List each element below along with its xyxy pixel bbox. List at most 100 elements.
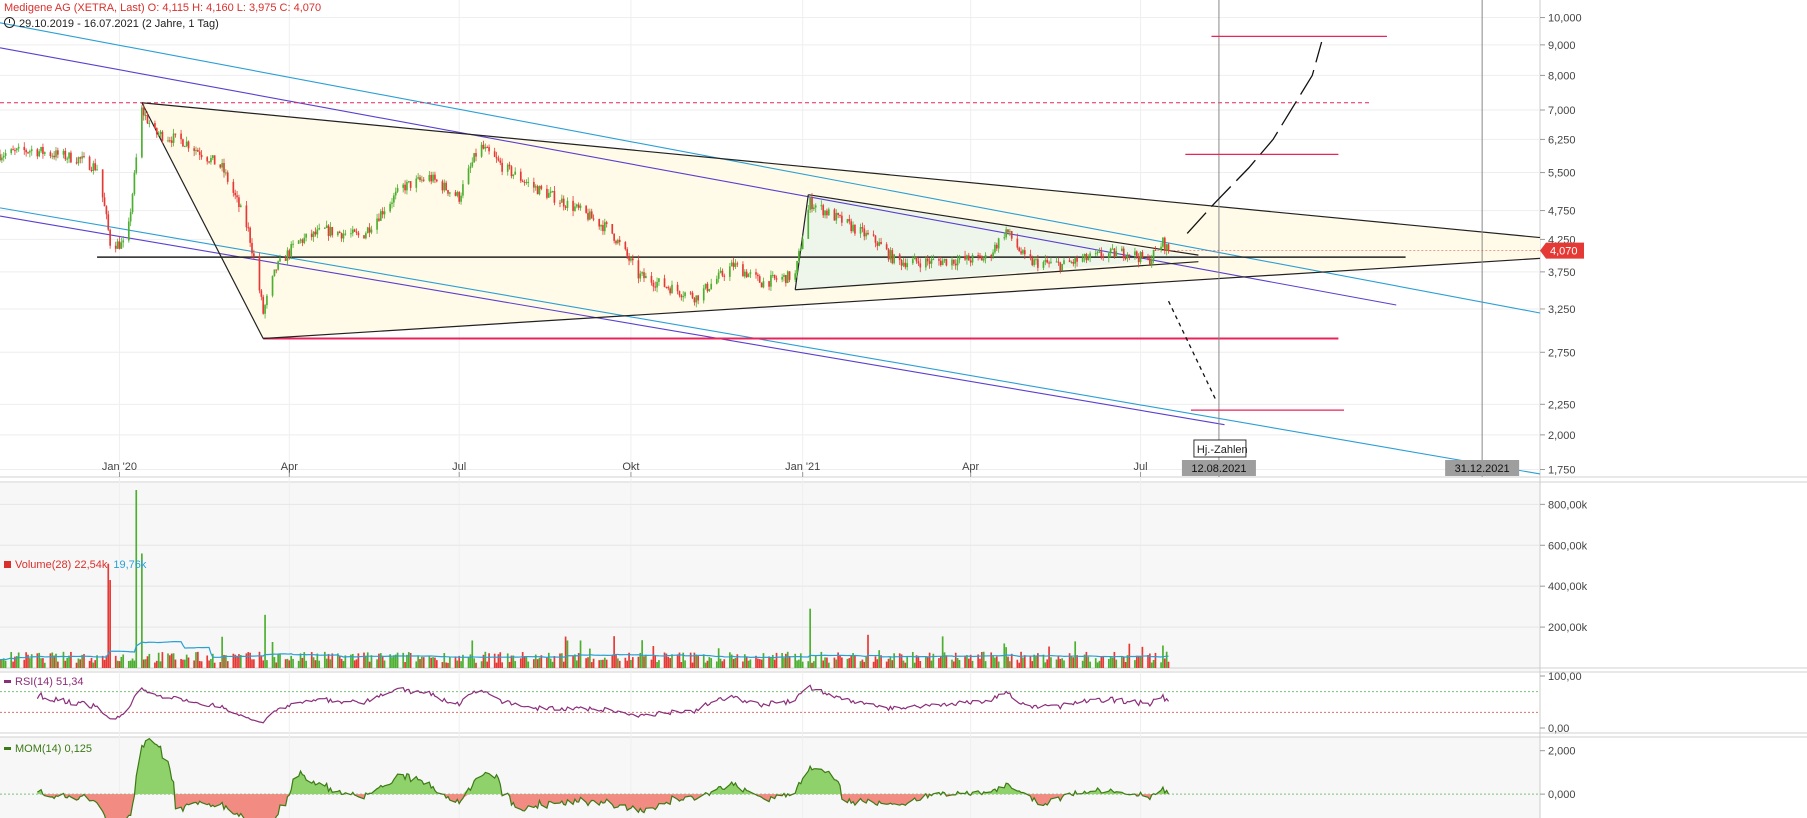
mom-tick-label: 0,000 <box>1548 789 1576 801</box>
candle-body <box>602 225 604 232</box>
candle-body <box>1139 252 1142 263</box>
candle-body <box>796 261 798 274</box>
candle-body <box>148 123 151 125</box>
candle-body <box>559 202 561 204</box>
volume-bar <box>404 662 406 668</box>
volume-bar <box>603 657 606 668</box>
candle-body <box>1031 258 1034 266</box>
volume-bar <box>564 636 567 668</box>
volume-bar <box>277 653 279 668</box>
candle-body <box>279 258 281 262</box>
x-tick-label: Jul <box>452 461 466 473</box>
volume-bar <box>1007 656 1009 668</box>
volume-bar <box>325 658 328 668</box>
candle-body <box>809 197 811 210</box>
candle-body <box>407 181 410 183</box>
date-range-header: 29.10.2019 - 16.07.2021 (2 Jahre, 1 Tag) <box>4 17 219 30</box>
volume-bar <box>1135 655 1138 668</box>
volume-bar <box>206 655 209 668</box>
candle-body <box>127 221 130 241</box>
volume-bar <box>956 658 959 668</box>
volume-bar <box>734 657 737 668</box>
volume-bar <box>506 653 509 668</box>
volume-bar <box>449 657 451 668</box>
candle-body <box>30 149 33 152</box>
candle-body <box>182 139 184 147</box>
candle-body <box>167 140 169 142</box>
candle-body <box>415 178 418 188</box>
candle-body <box>1121 248 1123 252</box>
candle-body <box>663 278 666 287</box>
mom-label: MOM(14) 0,125 <box>4 743 92 755</box>
candle-body <box>742 264 744 277</box>
volume-bar <box>611 654 614 668</box>
candle-body <box>454 192 457 196</box>
candle-body <box>169 140 171 142</box>
x-tick-label: Okt <box>622 461 639 473</box>
volume-tick-label: 400,00k <box>1548 581 1588 593</box>
candle-body <box>656 281 658 288</box>
candle-body <box>197 150 199 152</box>
rsi-tick-label: 100,00 <box>1548 671 1582 683</box>
volume-bar <box>1109 657 1112 668</box>
candle-body <box>852 224 854 232</box>
candle-body <box>775 278 778 280</box>
volume-bar <box>938 658 940 668</box>
candle-body <box>133 172 136 194</box>
candle-body <box>747 273 750 278</box>
volume-bar <box>676 654 679 668</box>
candle-body <box>258 256 261 291</box>
event-label-text: Hj.-Zahlen <box>1197 444 1248 456</box>
candle-body <box>826 210 828 216</box>
volume-label: Volume(28) 22,54k 19,76k <box>4 559 146 571</box>
candle-body <box>275 269 278 271</box>
volume-bar <box>1111 657 1114 668</box>
volume-bar <box>1057 655 1060 668</box>
volume-bar <box>51 652 54 668</box>
candle-body <box>116 241 119 249</box>
candle-body <box>628 255 630 261</box>
candle-body <box>109 229 111 246</box>
candle-body <box>867 232 869 235</box>
candle-body <box>848 219 851 222</box>
volume-bar <box>1124 662 1127 668</box>
candle-body <box>185 141 188 147</box>
candle-body <box>247 227 250 229</box>
candle-body <box>193 148 195 151</box>
candle-body <box>1048 262 1050 264</box>
rsi-tick-label: 0,00 <box>1548 723 1569 735</box>
candle-body <box>1074 258 1077 264</box>
volume-bar <box>589 648 591 668</box>
candle-body <box>501 162 503 172</box>
candle-body <box>338 231 341 234</box>
candle-body <box>547 193 550 198</box>
candle-body <box>1087 257 1090 261</box>
volume-bar <box>863 661 866 668</box>
candle-body <box>36 149 39 157</box>
volume-bar <box>480 661 483 668</box>
candle-body <box>850 221 853 232</box>
volume-bar <box>982 651 985 668</box>
candle-body <box>144 114 147 116</box>
volume-bar <box>407 652 410 668</box>
candle-body <box>482 144 485 149</box>
volume-bar <box>146 656 149 668</box>
volume-bar <box>605 659 608 668</box>
candle-body <box>53 155 55 158</box>
volume-bar <box>618 660 621 668</box>
volume-bar <box>169 655 171 668</box>
y-tick-label: 2,000 <box>1548 430 1576 442</box>
candle-body <box>456 192 459 196</box>
candle-body <box>393 195 395 203</box>
volume-bar <box>600 659 602 668</box>
volume-bar <box>945 655 948 668</box>
candle-body <box>1154 249 1157 251</box>
volume-bar <box>839 655 841 668</box>
candle-body <box>508 164 511 167</box>
candle-body <box>443 182 446 191</box>
candle-body <box>911 259 914 264</box>
volume-bar <box>221 636 223 668</box>
candle-body <box>1128 254 1131 256</box>
candle-body <box>1035 259 1037 261</box>
volume-bar <box>379 653 382 668</box>
